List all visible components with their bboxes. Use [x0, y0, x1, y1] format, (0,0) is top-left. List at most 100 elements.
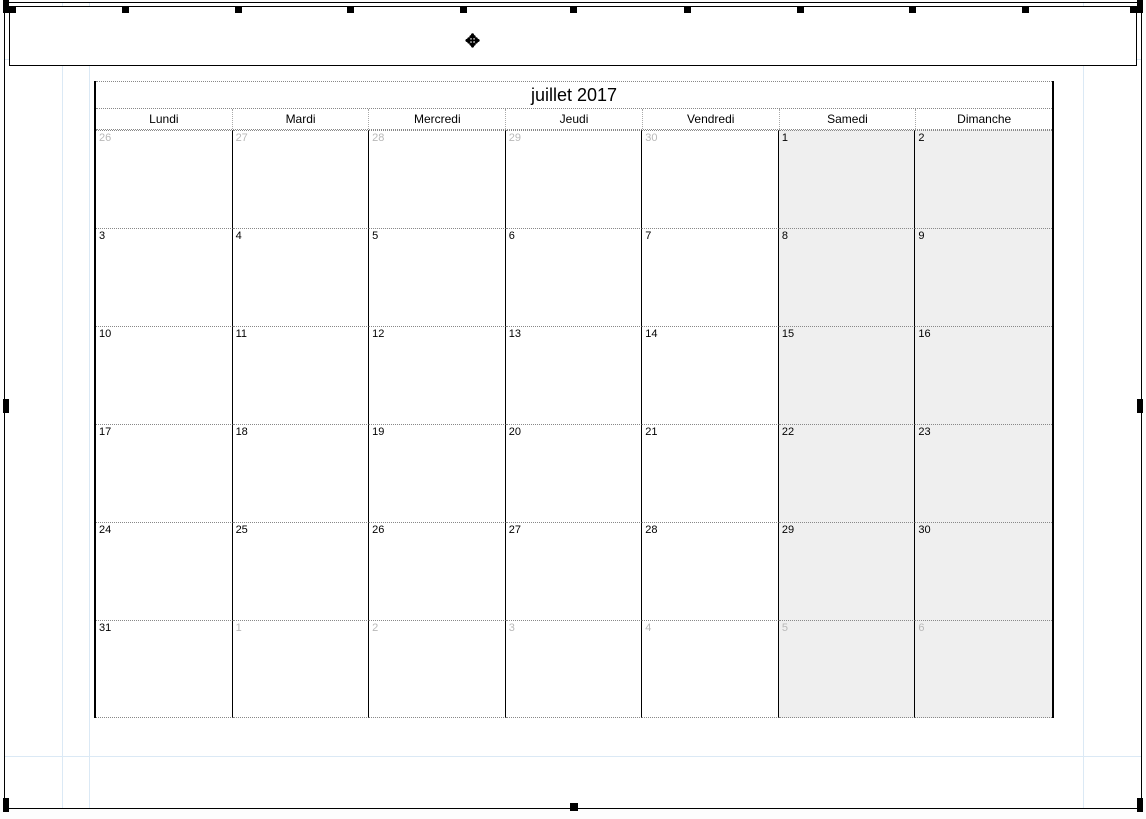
calendar-day-cell[interactable]: 5 [779, 620, 916, 718]
calendar-day-cell[interactable]: 3 [506, 620, 643, 718]
selection-handle[interactable] [3, 399, 9, 413]
ruler-tick [1130, 6, 1137, 13]
day-number: 1 [236, 622, 242, 634]
weekday-header: Mercredi [369, 109, 506, 129]
calendar-day-cell[interactable]: 28 [642, 522, 779, 620]
day-number: 28 [645, 524, 657, 536]
calendar-day-cell[interactable]: 12 [369, 326, 506, 424]
ruler-tick [684, 6, 691, 13]
calendar-day-cell[interactable]: 2 [915, 130, 1052, 228]
day-number: 4 [645, 622, 651, 634]
calendar-day-cell[interactable]: 19 [369, 424, 506, 522]
day-number: 29 [782, 524, 794, 536]
calendar-day-cell[interactable]: 3 [96, 228, 233, 326]
calendar-day-cell[interactable]: 29 [779, 522, 916, 620]
calendar-day-cell[interactable]: 9 [915, 228, 1052, 326]
day-number: 6 [918, 622, 924, 634]
ruler-tick [122, 6, 129, 13]
ruler-tick [9, 6, 16, 13]
calendar-day-cell[interactable]: 11 [233, 326, 370, 424]
day-number: 7 [645, 230, 651, 242]
selection-handle[interactable] [3, 798, 9, 812]
calendar-day-cell[interactable]: 25 [233, 522, 370, 620]
margin-guide-right [1083, 3, 1084, 808]
selection-handle[interactable] [1137, 798, 1143, 812]
calendar-day-cell[interactable]: 31 [96, 620, 233, 718]
calendar-day-cell[interactable]: 16 [915, 326, 1052, 424]
calendar-day-cell[interactable]: 10 [96, 326, 233, 424]
day-number: 30 [918, 524, 930, 536]
selection-handle[interactable] [1137, 0, 1143, 13]
day-number: 17 [99, 426, 111, 438]
day-number: 25 [236, 524, 248, 536]
day-number: 31 [99, 622, 111, 634]
calendar-title: juillet 2017 [96, 81, 1052, 109]
calendar-day-cell[interactable]: 28 [369, 130, 506, 228]
weekday-header-row: Lundi Mardi Mercredi Jeudi Vendredi Same… [96, 109, 1052, 130]
weekday-header: Dimanche [916, 109, 1052, 129]
day-number: 16 [918, 328, 930, 340]
calendar-day-cell[interactable]: 1 [233, 620, 370, 718]
calendar-day-cell[interactable]: 15 [779, 326, 916, 424]
day-number: 3 [99, 230, 105, 242]
ruler-tick [1022, 6, 1029, 13]
day-number: 26 [99, 132, 111, 144]
ruler-tick [909, 6, 916, 13]
calendar-day-cell[interactable]: 7 [642, 228, 779, 326]
calendar-day-cell[interactable]: 21 [642, 424, 779, 522]
calendar-day-cell[interactable]: 5 [369, 228, 506, 326]
design-canvas[interactable]: ✥ juillet 2017 Lundi Mardi Mercredi Jeud… [4, 2, 1142, 809]
ruler-tick [797, 6, 804, 13]
calendar-day-cell[interactable]: 13 [506, 326, 643, 424]
calendar-day-cell[interactable]: 27 [233, 130, 370, 228]
day-number: 28 [372, 132, 384, 144]
calendar-day-cell[interactable]: 14 [642, 326, 779, 424]
weekday-header: Mardi [233, 109, 370, 129]
calendar-day-cell[interactable]: 20 [506, 424, 643, 522]
day-number: 13 [509, 328, 521, 340]
calendar-day-cell[interactable]: 26 [96, 130, 233, 228]
weekday-header: Samedi [780, 109, 917, 129]
day-number: 21 [645, 426, 657, 438]
margin-guide-left-2 [89, 3, 90, 808]
ruler-tick [347, 6, 354, 13]
calendar-day-cell[interactable]: 30 [915, 522, 1052, 620]
calendar-day-cell[interactable]: 1 [779, 130, 916, 228]
calendar-day-cell[interactable]: 29 [506, 130, 643, 228]
calendar-day-cell[interactable]: 17 [96, 424, 233, 522]
calendar-day-cell[interactable]: 30 [642, 130, 779, 228]
calendar-day-cell[interactable]: 8 [779, 228, 916, 326]
calendar-day-cell[interactable]: 2 [369, 620, 506, 718]
day-number: 23 [918, 426, 930, 438]
weekday-header: Lundi [96, 109, 233, 129]
day-number: 6 [509, 230, 515, 242]
day-number: 2 [918, 132, 924, 144]
calendar: juillet 2017 Lundi Mardi Mercredi Jeudi … [94, 81, 1054, 718]
day-number: 24 [99, 524, 111, 536]
calendar-day-cell[interactable]: 4 [642, 620, 779, 718]
calendar-day-cell[interactable]: 4 [233, 228, 370, 326]
calendar-day-cell[interactable]: 27 [506, 522, 643, 620]
day-number: 10 [99, 328, 111, 340]
calendar-day-cell[interactable]: 6 [915, 620, 1052, 718]
day-number: 27 [509, 524, 521, 536]
day-number: 14 [645, 328, 657, 340]
calendar-day-cell[interactable]: 26 [369, 522, 506, 620]
calendar-day-cell[interactable]: 18 [233, 424, 370, 522]
selection-handle[interactable] [570, 803, 578, 811]
day-number: 18 [236, 426, 248, 438]
calendar-day-cell[interactable]: 24 [96, 522, 233, 620]
day-number: 3 [509, 622, 515, 634]
day-number: 19 [372, 426, 384, 438]
ruler-tick [460, 6, 467, 13]
calendar-day-cell[interactable]: 23 [915, 424, 1052, 522]
selection-handle[interactable] [1137, 399, 1143, 413]
calendar-day-cell[interactable]: 22 [779, 424, 916, 522]
selection-handle[interactable] [3, 0, 9, 13]
day-number: 29 [509, 132, 521, 144]
ruler-tick [235, 6, 242, 13]
day-number: 1 [782, 132, 788, 144]
calendar-day-cell[interactable]: 6 [506, 228, 643, 326]
day-number: 4 [236, 230, 242, 242]
header-selection-frame[interactable] [9, 6, 1137, 66]
